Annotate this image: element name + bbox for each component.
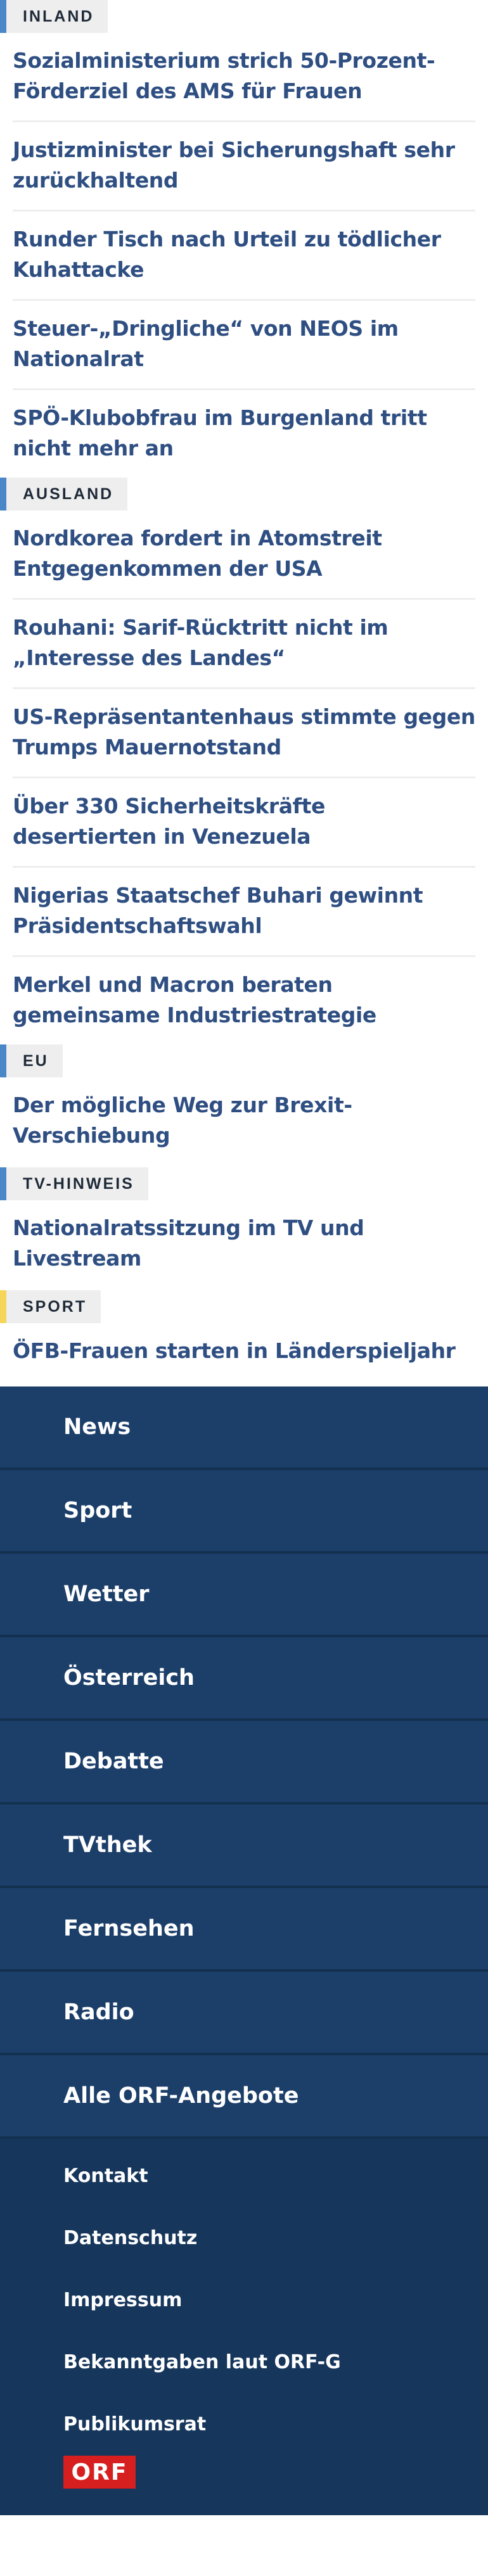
story-link[interactable]: Nigerias Staatschef Buhari gewinnt Präsi… — [13, 866, 475, 955]
section-eu: EU Der mögliche Weg zur Brexit-Verschieb… — [0, 1044, 475, 1167]
story-link[interactable]: Über 330 Sicherheitskräfte desertierten … — [13, 777, 475, 866]
section-header-ausland: AUSLAND — [0, 478, 475, 511]
section-ausland: AUSLAND Nordkorea fordert in Atomstreit … — [0, 478, 475, 1044]
link-datenschutz[interactable]: Datenschutz — [0, 2216, 488, 2278]
nav-item-radio[interactable]: Radio — [0, 1972, 488, 2055]
section-inland: INLAND Sozialministerium strich 50-Proze… — [0, 0, 475, 478]
section-label: EU — [6, 1044, 63, 1077]
logo-row: ORF — [0, 2456, 488, 2515]
section-header-inland: INLAND — [0, 0, 475, 33]
section-accent-bar — [0, 0, 6, 33]
section-sport: SPORT ÖFB-Frauen starten in Länderspielj… — [0, 1290, 475, 1383]
nav-item-news[interactable]: News — [0, 1386, 488, 1470]
section-tv-hinweis: TV-HINWEIS Nationalratssitzung im TV und… — [0, 1167, 475, 1290]
story-link[interactable]: Runder Tisch nach Urteil zu tödlicher Ku… — [13, 210, 475, 299]
story-link[interactable]: Sozialministerium strich 50-Prozent-Förd… — [13, 33, 475, 120]
nav-item-fernsehen[interactable]: Fernsehen — [0, 1888, 488, 1972]
section-accent-bar — [0, 478, 6, 511]
section-accent-bar — [0, 1167, 6, 1200]
section-label: SPORT — [6, 1290, 101, 1323]
orf-logo[interactable]: ORF — [63, 2456, 136, 2489]
story-link[interactable]: Nationalratssitzung im TV und Livestream — [13, 1200, 475, 1290]
link-kontakt[interactable]: Kontakt — [0, 2154, 488, 2216]
nav-item-oesterreich[interactable]: Österreich — [0, 1637, 488, 1721]
story-link[interactable]: Merkel und Macron beraten gemeinsame Ind… — [13, 955, 475, 1044]
section-label: INLAND — [6, 0, 108, 33]
nav-item-wetter[interactable]: Wetter — [0, 1554, 488, 1637]
story-link[interactable]: ÖFB-Frauen starten in Länderspieljahr — [13, 1323, 475, 1383]
story-link[interactable]: Der mögliche Weg zur Brexit-Verschiebung — [13, 1077, 475, 1167]
footer-navigation: News Sport Wetter Österreich Debatte TVt… — [0, 1386, 488, 2515]
news-list: INLAND Sozialministerium strich 50-Proze… — [0, 0, 488, 1383]
section-label: TV-HINWEIS — [6, 1167, 148, 1200]
story-link[interactable]: Rouhani: Sarif-Rücktritt nicht im „Inter… — [13, 598, 475, 687]
sub-nav: Kontakt Datenschutz Impressum Bekanntgab… — [0, 2139, 488, 2515]
nav-item-debatte[interactable]: Debatte — [0, 1721, 488, 1805]
main-nav: News Sport Wetter Österreich Debatte TVt… — [0, 1386, 488, 2139]
section-header-eu: EU — [0, 1044, 475, 1077]
section-label: AUSLAND — [6, 478, 128, 511]
section-header-tv: TV-HINWEIS — [0, 1167, 475, 1200]
story-link[interactable]: Justizminister bei Sicherungshaft sehr z… — [13, 120, 475, 210]
nav-item-sport[interactable]: Sport — [0, 1470, 488, 1554]
section-accent-bar — [0, 1290, 6, 1323]
section-header-sport: SPORT — [0, 1290, 475, 1323]
story-link[interactable]: Nordkorea fordert in Atomstreit Entgegen… — [13, 511, 475, 598]
link-impressum[interactable]: Impressum — [0, 2278, 488, 2340]
nav-item-alle-orf-angebote[interactable]: Alle ORF-Angebote — [0, 2055, 488, 2139]
story-link[interactable]: US-Repräsentantenhaus stimmte gegen Trum… — [13, 687, 475, 777]
story-link[interactable]: SPÖ-Klubobfrau im Burgenland tritt nicht… — [13, 388, 475, 478]
nav-item-tvthek[interactable]: TVthek — [0, 1805, 488, 1888]
section-accent-bar — [0, 1044, 6, 1077]
link-bekanntgaben[interactable]: Bekanntgaben laut ORF-G — [0, 2340, 488, 2402]
story-link[interactable]: Steuer-„Dringliche“ von NEOS im National… — [13, 299, 475, 388]
